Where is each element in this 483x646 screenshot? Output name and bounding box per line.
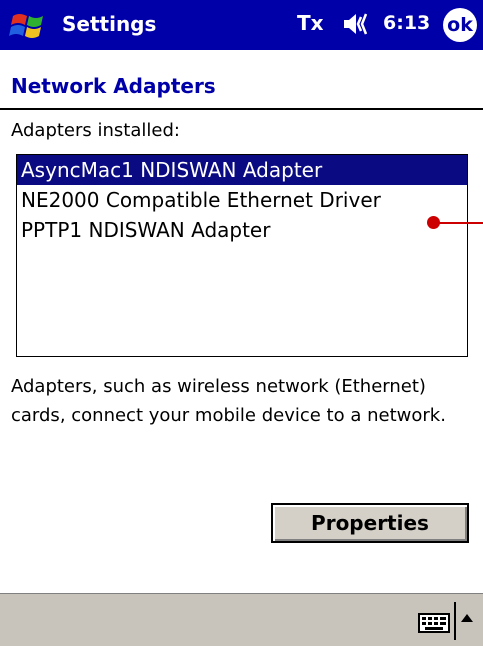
windows-flag-icon[interactable]	[9, 10, 51, 42]
title-bar: Settings Tx 6:13 ok	[0, 0, 483, 50]
menu-bar	[0, 593, 483, 646]
list-item[interactable]: AsyncMac1 NDISWAN Adapter	[17, 155, 467, 185]
description-text: Adapters, such as wireless network (Ethe…	[11, 376, 446, 426]
callout-dot	[427, 216, 440, 229]
callout-line	[433, 222, 483, 224]
sip-divider	[454, 602, 456, 640]
keyboard-icon[interactable]	[418, 613, 450, 633]
page-title: Network Adapters	[11, 74, 216, 98]
adapters-label: Adapters installed:	[11, 120, 180, 141]
up-arrow-icon[interactable]	[461, 614, 473, 622]
ok-button[interactable]: ok	[443, 8, 477, 42]
clock[interactable]: 6:13	[383, 12, 430, 34]
connection-icon[interactable]: Tx	[297, 11, 324, 35]
list-item[interactable]: PPTP1 NDISWAN Adapter	[17, 215, 467, 245]
heading-divider	[0, 108, 483, 110]
speaker-icon[interactable]	[341, 10, 375, 38]
app-title: Settings	[62, 12, 157, 36]
adapters-list[interactable]: AsyncMac1 NDISWAN Adapter NE2000 Compati…	[16, 154, 468, 357]
list-item[interactable]: NE2000 Compatible Ethernet Driver	[17, 185, 467, 215]
properties-button[interactable]: Properties	[271, 503, 469, 543]
